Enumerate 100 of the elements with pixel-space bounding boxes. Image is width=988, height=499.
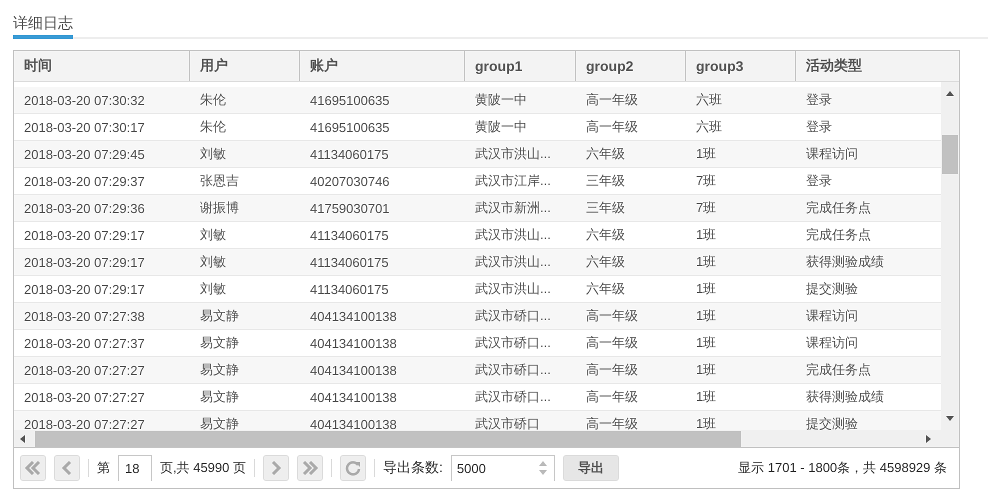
table-cell-text: 刘敏 — [199, 280, 227, 298]
table-row[interactable]: 2018-03-20 07:27:27 易文静 404134100138 武汉市硚口 高一年级 1班 提交测验 — [14, 411, 941, 430]
table-cell-text: 武汉市硚口... — [474, 307, 552, 325]
scroll-right-icon[interactable] — [924, 435, 932, 443]
table-cell-text: 2018-03-20 07:27:38 — [23, 308, 146, 326]
refresh-icon — [345, 460, 361, 476]
table-cell-text: 武汉市洪山... — [474, 145, 552, 163]
table-cell-text: 武汉市江岸... — [474, 172, 552, 190]
table-cell-text: 高一年级 — [585, 118, 639, 136]
column-header[interactable]: 时间 — [14, 51, 190, 81]
table-cell-text: 1班 — [695, 307, 718, 325]
refresh-button[interactable] — [340, 455, 366, 481]
table-cell-text: 六年级 — [585, 226, 626, 244]
column-header[interactable]: group2 — [576, 51, 686, 81]
table-cell-text: 张恩吉 — [199, 172, 240, 190]
last-page-button[interactable] — [297, 455, 323, 481]
scrollbar-thumb[interactable] — [35, 431, 741, 447]
table-cell-text: 2018-03-20 07:27:27 — [23, 362, 146, 380]
table-cell-text: 1班 — [695, 334, 718, 352]
table-cell-text: 7班 — [695, 199, 718, 217]
table-cell-text: 获得测验成绩 — [805, 388, 885, 406]
page-number-field[interactable]: 18 — [118, 455, 152, 481]
table-cell-text: 高一年级 — [585, 307, 639, 325]
table-cell-text: 课程访问 — [805, 307, 859, 325]
table-cell-text: 黄陂一中 — [474, 118, 528, 136]
table-cell-text: 武汉市洪山... — [474, 226, 552, 244]
table-cell-text: 武汉市硚口 — [474, 415, 541, 430]
column-header[interactable]: 账户 — [300, 51, 465, 81]
table-cell-text: 2018-03-20 07:27:27 — [23, 388, 146, 406]
table-row[interactable]: 2018-03-20 07:30:32 朱伦 41695100635 黄陂一中 高一年级 六班 登录 — [14, 87, 941, 114]
record-summary: 显示 1701 - 1800条，共 4598929 条 — [738, 459, 948, 477]
table-cell-text: 404134100138 — [309, 308, 398, 326]
table-cell-text: 404134100138 — [309, 362, 398, 380]
table-cell-text: 2018-03-20 07:30:32 — [23, 92, 146, 110]
table-row[interactable]: 2018-03-20 07:27:27 易文静 404134100138 武汉市硚口... 高一年级 1班 完成任务点 — [14, 357, 941, 384]
scroll-up-icon[interactable] — [946, 90, 954, 98]
table-cell-text: 易文静 — [199, 361, 240, 379]
table-row[interactable]: 2018-03-20 07:29:17 刘敏 41134060175 武汉市洪山... 六年级 1班 获得测验成绩 — [14, 249, 941, 276]
page-total-label: 页,共 45990 页 — [160, 459, 246, 477]
table-cell-text: 三年级 — [585, 199, 626, 217]
next-page-button[interactable] — [263, 455, 289, 481]
scrollbar-thumb[interactable] — [942, 135, 958, 174]
table-cell-text: 课程访问 — [805, 334, 859, 352]
export-count-field[interactable]: 5000 — [450, 455, 555, 481]
table-cell-text: 登录 — [805, 91, 833, 109]
table-cell-text: 高一年级 — [585, 334, 639, 352]
table-cell-text: 课程访问 — [805, 145, 859, 163]
table-cell-text: 2018-03-20 07:29:36 — [23, 200, 146, 218]
table-cell-text: 完成任务点 — [805, 226, 872, 244]
table-cell-text: 2018-03-20 07:27:37 — [23, 334, 146, 352]
table-cell-text: 刘敏 — [199, 145, 227, 163]
table-cell-text: 完成任务点 — [805, 199, 872, 217]
vertical-scrollbar[interactable] — [941, 82, 959, 430]
table-cell-text: 武汉市硚口... — [474, 361, 552, 379]
table-cell-text: 获得测验成绩 — [805, 253, 885, 271]
table-row[interactable]: 2018-03-20 07:29:36 谢振博 41759030701 武汉市新洲... 三年级 7班 完成任务点 — [14, 195, 941, 222]
table-cell-text: 提交测验 — [805, 280, 859, 298]
column-header[interactable]: 活动类型 — [796, 51, 941, 81]
column-header[interactable]: group1 — [465, 51, 576, 81]
first-page-button[interactable] — [20, 455, 46, 481]
table-cell-text: 7班 — [695, 172, 718, 190]
table-cell-text: 六年级 — [585, 280, 626, 298]
table-cell-text: 2018-03-20 07:29:17 — [23, 280, 146, 298]
table-cell-text: 登录 — [805, 172, 833, 190]
tab[interactable]: 详细日志 — [13, 14, 73, 39]
table-cell-text: 404134100138 — [309, 334, 398, 352]
table-cell-text: 朱伦 — [199, 91, 227, 109]
table-cell-text: 武汉市新洲... — [474, 199, 552, 217]
table-cell-text: 2018-03-20 07:30:17 — [23, 118, 146, 136]
table-cell-text: 易文静 — [199, 307, 240, 325]
table-cell-text: 1班 — [695, 361, 718, 379]
table-cell-text: 登录 — [805, 118, 833, 136]
column-header[interactable]: group3 — [686, 51, 796, 81]
horizontal-scrollbar[interactable] — [14, 430, 959, 448]
table-cell-text: 高一年级 — [585, 361, 639, 379]
chevron-right-icon — [271, 461, 281, 475]
table-cell-text: 六班 — [695, 118, 723, 136]
table-cell-text: 1班 — [695, 253, 718, 271]
table-row[interactable]: 2018-03-20 07:27:38 易文静 404134100138 武汉市硚口... 高一年级 1班 课程访问 — [14, 303, 941, 330]
table-cell-text: 1班 — [695, 280, 718, 298]
scroll-down-icon[interactable] — [946, 414, 954, 422]
table-cell-text: 提交测验 — [805, 415, 859, 430]
table-cell-text: 易文静 — [199, 388, 240, 406]
table-cell-text: 40207030746 — [309, 172, 391, 190]
column-header[interactable]: 用户 — [190, 51, 300, 81]
previous-page-button[interactable] — [54, 455, 80, 481]
table-cell-text: 完成任务点 — [805, 361, 872, 379]
double-right-icon — [302, 461, 318, 475]
table-cell-text: 武汉市洪山... — [474, 253, 552, 271]
table-cell-text: 六年级 — [585, 145, 626, 163]
export-count-label: 导出条数: — [383, 459, 443, 477]
export-button[interactable]: 导出 — [562, 455, 619, 481]
table-cell-text: 404134100138 — [309, 388, 398, 406]
table-cell-text: 朱伦 — [199, 118, 227, 136]
table-row[interactable]: 2018-03-20 07:29:45 刘敏 41134060175 武汉市洪山... 六年级 1班 课程访问 — [14, 141, 941, 168]
scroll-left-icon[interactable] — [19, 435, 27, 443]
table-cell-text: 高一年级 — [585, 91, 639, 109]
table-cell-text: 武汉市硚口... — [474, 388, 552, 406]
chevron-left-icon — [62, 461, 72, 475]
spinner-arrows-icon[interactable] — [538, 460, 547, 476]
